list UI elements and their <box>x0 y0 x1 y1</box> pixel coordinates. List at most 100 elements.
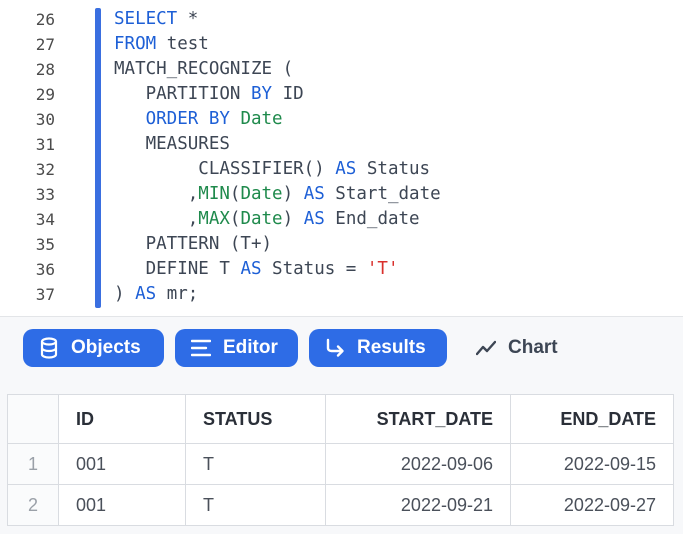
row-number: 1 <box>7 443 59 485</box>
column-header-id[interactable]: ID <box>58 394 186 444</box>
code-token: ) <box>282 209 304 229</box>
code-text: PARTITION BY ID <box>114 82 304 107</box>
line-number: 30 <box>35 110 55 129</box>
code-token: * <box>177 9 199 29</box>
code-line[interactable]: 30 ORDER BY Date <box>0 107 683 132</box>
code-token: MIN <box>198 184 230 204</box>
code-token: MEASURES <box>114 134 230 154</box>
code-token: Status = <box>261 259 367 279</box>
code-text: ORDER BY Date <box>114 107 283 132</box>
code-text: MATCH_RECOGNIZE ( <box>114 57 293 82</box>
line-number: 36 <box>35 260 55 279</box>
row-number-header <box>7 394 59 444</box>
code-line[interactable]: 26 SELECT * <box>0 7 683 32</box>
cell-start-date[interactable]: 2022-09-21 <box>325 484 511 526</box>
code-token: AS <box>303 209 325 229</box>
code-line[interactable]: 35 PATTERN (T+) <box>0 232 683 257</box>
header-row: ID STATUS START_DATE END_DATE <box>7 394 674 444</box>
code-line[interactable]: 37) AS mr; <box>0 282 683 307</box>
code-line[interactable]: 31 MEASURES <box>0 132 683 157</box>
line-number: 32 <box>35 160 55 179</box>
line-number: 26 <box>35 10 55 29</box>
code-text: FROM test <box>114 32 209 57</box>
code-token: BY <box>250 84 273 104</box>
table-row[interactable]: 2 001 T 2022-09-21 2022-09-27 <box>7 484 674 526</box>
code-token: MATCH_RECOGNIZE ( <box>114 59 294 79</box>
code-token: Start_date <box>324 184 441 204</box>
code-token: , <box>114 209 199 229</box>
code-token: ORDER BY <box>145 109 230 129</box>
code-token: AS <box>135 284 157 304</box>
code-token: Status <box>356 159 431 179</box>
editor-button[interactable]: Editor <box>175 329 298 367</box>
code-token: FROM <box>114 34 157 54</box>
cell-status[interactable]: T <box>185 484 326 526</box>
cell-id[interactable]: 001 <box>58 443 186 485</box>
sql-editor[interactable]: 26 SELECT * 27 FROM test 28 MATCH_RECOGNIZE (… <box>0 0 683 316</box>
chart-label: Chart <box>508 337 558 358</box>
code-text: ) AS mr; <box>114 282 198 307</box>
code-text: SELECT * <box>114 7 198 32</box>
line-number: 37 <box>35 285 55 304</box>
code-token: ) <box>282 184 304 204</box>
row-number: 2 <box>7 484 59 526</box>
editor-label: Editor <box>223 337 278 358</box>
code-token: PATTERN (T+) <box>114 234 273 254</box>
code-token: ( <box>229 184 241 204</box>
line-number: 34 <box>35 210 55 229</box>
line-chart-icon <box>476 340 496 356</box>
code-line[interactable]: 27 FROM test <box>0 32 683 57</box>
code-token: ) <box>114 284 136 304</box>
line-number: 27 <box>35 35 55 54</box>
code-token: AS <box>303 184 325 204</box>
line-number: 31 <box>35 135 55 154</box>
code-line[interactable]: 36 DEFINE T AS Status = 'T' <box>0 257 683 282</box>
results-button[interactable]: Results <box>309 329 447 367</box>
line-number: 28 <box>35 60 55 79</box>
code-token: test <box>156 34 209 54</box>
view-toolbar: Objects Editor Results Chart <box>0 317 683 380</box>
text-lines-icon <box>191 339 211 357</box>
column-header-start-date[interactable]: START_DATE <box>325 394 511 444</box>
code-line[interactable]: 29 PARTITION BY ID <box>0 82 683 107</box>
code-token: Date <box>240 209 283 229</box>
line-number: 33 <box>35 185 55 204</box>
code-line[interactable]: 34 ,MAX(Date) AS End_date <box>0 207 683 232</box>
database-icon <box>40 337 58 359</box>
code-token: Date <box>240 184 283 204</box>
code-token: End_date <box>324 209 420 229</box>
line-number: 35 <box>35 235 55 254</box>
cell-status[interactable]: T <box>185 443 326 485</box>
cell-id[interactable]: 001 <box>58 484 186 526</box>
table-row[interactable]: 1 001 T 2022-09-06 2022-09-15 <box>7 443 674 485</box>
code-text: CLASSIFIER() AS Status <box>114 157 430 182</box>
return-arrow-icon <box>326 338 344 357</box>
code-line[interactable]: 32 CLASSIFIER() AS Status <box>0 157 683 182</box>
code-token: MAX <box>198 209 230 229</box>
code-text: DEFINE T AS Status = 'T' <box>114 257 399 282</box>
cell-end-date[interactable]: 2022-09-15 <box>510 443 674 485</box>
cell-end-date[interactable]: 2022-09-27 <box>510 484 674 526</box>
objects-button[interactable]: Objects <box>23 329 164 367</box>
code-line[interactable]: 28 MATCH_RECOGNIZE ( <box>0 57 683 82</box>
line-number: 29 <box>35 85 55 104</box>
code-line[interactable]: 33 ,MIN(Date) AS Start_date <box>0 182 683 207</box>
code-token: DEFINE T <box>114 259 241 279</box>
code-token: AS <box>240 259 262 279</box>
code-token: , <box>114 184 199 204</box>
code-token: ID <box>272 84 304 104</box>
objects-label: Objects <box>71 337 141 358</box>
results-table: ID STATUS START_DATE END_DATE 1 001 T 20… <box>7 394 674 526</box>
column-header-end-date[interactable]: END_DATE <box>510 394 674 444</box>
cell-start-date[interactable]: 2022-09-06 <box>325 443 511 485</box>
code-text: MEASURES <box>114 132 230 157</box>
column-header-status[interactable]: STATUS <box>185 394 326 444</box>
code-token: PARTITION <box>114 84 251 104</box>
chart-button[interactable]: Chart <box>476 329 558 367</box>
code-text: ,MAX(Date) AS End_date <box>114 207 420 232</box>
code-token: ( <box>229 209 241 229</box>
code-token: Date <box>240 109 283 129</box>
code-token: mr; <box>156 284 199 304</box>
